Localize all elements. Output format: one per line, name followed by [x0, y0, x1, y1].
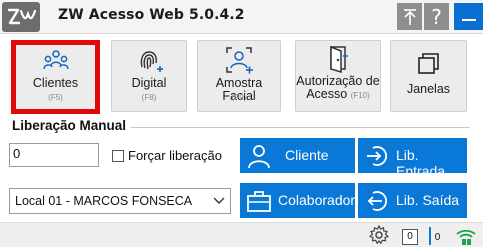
lib-saida-button[interactable]: Lib. Saída — [358, 183, 467, 218]
network-icon — [456, 229, 476, 245]
counter-flag — [429, 227, 431, 245]
title-bar: ZW Acesso Web 5.0.4.2 ? — [0, 0, 483, 34]
cliente-label: Cliente — [285, 147, 329, 163]
tile-label: Digital — [131, 76, 167, 90]
local-select[interactable]: Local 01 - MARCOS FONSECA — [9, 188, 231, 214]
minimize-button[interactable] — [454, 3, 483, 30]
counter-badge: 0 — [402, 229, 418, 245]
minimize-icon — [461, 18, 476, 21]
checkbox-label: Forçar liberação — [128, 148, 222, 163]
clients-icon — [16, 49, 95, 79]
exit-icon — [367, 191, 387, 211]
tile-shortcut: (F8) — [141, 93, 157, 102]
gear-icon[interactable] — [369, 225, 389, 245]
authorization-icon — [296, 45, 380, 75]
tile-label: Clientes — [32, 76, 79, 90]
tile-clientes[interactable]: Clientes (F5) — [11, 40, 100, 114]
local-select-value: Local 01 - MARCOS FONSECA — [15, 194, 193, 208]
cliente-button[interactable]: Cliente — [240, 138, 355, 173]
lib-entrada-button[interactable]: Lib. Entrada — [358, 138, 467, 179]
briefcase-icon — [247, 191, 271, 212]
section-title: Liberação Manual — [12, 118, 127, 133]
section-divider — [131, 127, 470, 128]
face-scan-icon — [198, 45, 280, 75]
app-logo-icon — [2, 2, 40, 32]
tile-janelas[interactable]: Janelas — [390, 40, 467, 112]
pin-icon — [403, 8, 416, 25]
counter-badge-2: 0 — [434, 232, 441, 243]
help-label: ? — [431, 4, 442, 29]
person-icon — [248, 145, 270, 169]
tile-shortcut: (F10) — [350, 91, 370, 100]
checkbox-box[interactable] — [112, 149, 124, 162]
pin-button[interactable] — [397, 3, 422, 30]
lib-entrada-label: Lib. Entrada — [396, 147, 446, 179]
colaborador-button[interactable]: Colaborador — [240, 183, 355, 218]
force-release-checkbox[interactable]: Forçar liberação — [112, 148, 222, 163]
lib-saida-label: Lib. Saída — [396, 192, 460, 208]
tile-shortcut: (F5) — [48, 93, 63, 102]
tile-digital[interactable]: Digital (F8) — [111, 40, 187, 112]
code-input[interactable]: 0 — [9, 143, 99, 167]
help-button[interactable]: ? — [424, 3, 449, 30]
windows-icon — [391, 51, 466, 81]
fingerprint-icon — [112, 45, 186, 75]
tile-shortcut: (F9) — [231, 93, 247, 102]
tile-label: Janelas — [406, 82, 451, 96]
tile-amostra-facial[interactable]: Amostra Facial (F9) — [197, 40, 281, 112]
colaborador-label: Colaborador — [278, 192, 356, 208]
entry-icon — [367, 146, 387, 166]
chevron-down-icon — [213, 197, 225, 204]
window-title: ZW Acesso Web 5.0.4.2 — [58, 7, 245, 23]
tile-label: Autorização de Acesso (F10) — [296, 75, 380, 102]
tile-autorizacao-acesso[interactable]: Autorização de Acesso (F10) — [295, 40, 381, 112]
